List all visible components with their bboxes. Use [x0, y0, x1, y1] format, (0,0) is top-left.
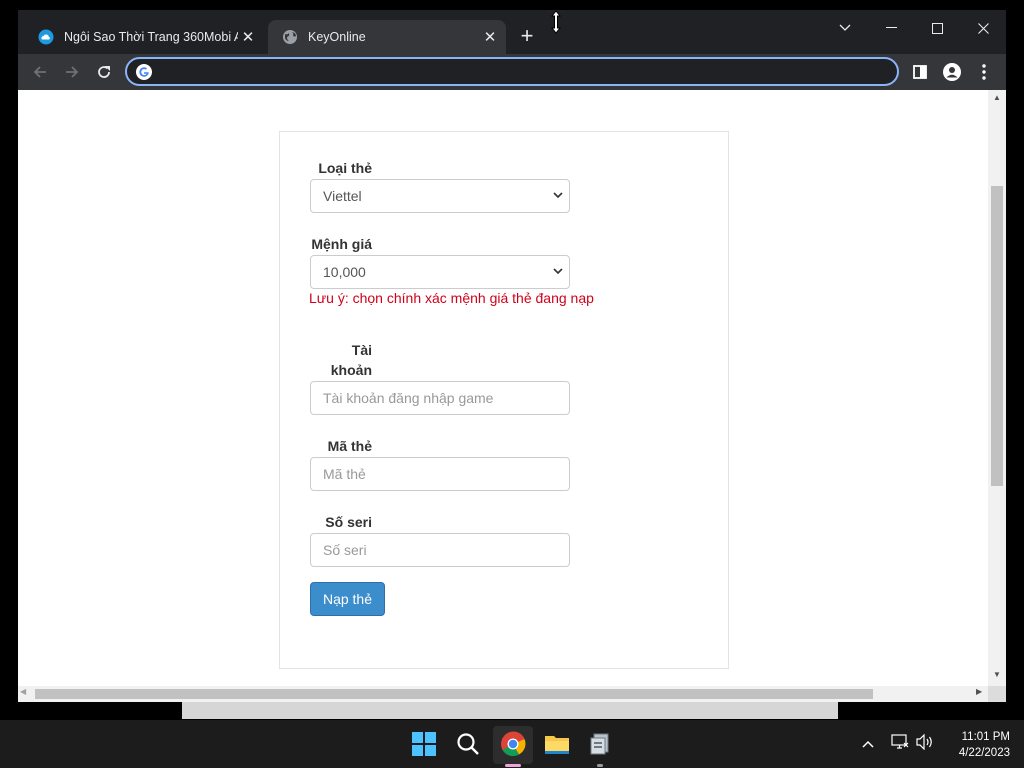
resize-cursor-icon	[550, 10, 562, 34]
clock-date: 4/22/2023	[958, 747, 1010, 759]
running-indicator	[505, 764, 521, 767]
scrollbar-corner	[988, 686, 1006, 702]
card-type-select-wrap: Viettel	[310, 179, 570, 213]
denomination-label: Mệnh giá	[311, 236, 372, 252]
scroll-left-icon[interactable]: ◀	[20, 687, 26, 696]
denomination-select-wrap: 10,000	[310, 255, 570, 289]
google-icon	[136, 64, 152, 80]
background-window-edge	[182, 702, 838, 719]
cloud-favicon-icon	[38, 29, 54, 45]
card-type-select[interactable]: Viettel	[310, 179, 570, 213]
submit-topup-button[interactable]: Nạp thẻ	[310, 582, 385, 616]
close-window-button[interactable]	[960, 14, 1006, 42]
address-bar[interactable]	[125, 57, 899, 86]
denomination-warning: Lưu ý: chọn chính xác mệnh giá thẻ đang …	[309, 290, 594, 306]
tab-strip: Ngôi Sao Thời Trang 360Mobi AP ✕ KeyOnli…	[18, 10, 1006, 54]
scroll-down-icon[interactable]: ▼	[988, 670, 1006, 682]
horizontal-scrollbar[interactable]: ◀ ▶	[18, 686, 988, 702]
system-clock[interactable]: 11:01 PM 4/22/2023	[940, 729, 1010, 761]
search-icon[interactable]	[452, 728, 484, 760]
account-label-line1: Tài	[351, 342, 372, 358]
back-arrow-icon[interactable]	[26, 58, 54, 86]
denomination-select[interactable]: 10,000	[310, 255, 570, 289]
url-input[interactable]	[161, 62, 881, 82]
tab-title: KeyOnline	[308, 30, 366, 44]
scroll-right-icon[interactable]: ▶	[976, 687, 982, 696]
network-icon[interactable]	[891, 734, 909, 753]
account-label-line2: khoản	[330, 362, 372, 378]
side-panel-icon[interactable]	[906, 58, 934, 86]
tab-keyonline[interactable]: KeyOnline ✕	[268, 20, 506, 54]
clock-time: 11:01 PM	[961, 731, 1010, 743]
globe-favicon-icon	[283, 30, 297, 44]
volume-icon[interactable]	[916, 733, 934, 753]
maximize-button[interactable]	[914, 14, 960, 42]
menu-dots-icon[interactable]	[970, 58, 998, 86]
horizontal-scroll-thumb[interactable]	[35, 689, 873, 699]
app-icon[interactable]	[584, 728, 616, 760]
vertical-scrollbar[interactable]: ▲ ▼	[988, 90, 1006, 686]
file-explorer-icon[interactable]	[541, 728, 573, 760]
card-type-label: Loại thẻ	[318, 160, 372, 176]
windows-start-icon[interactable]	[408, 728, 440, 760]
reload-icon[interactable]	[90, 58, 118, 86]
forward-arrow-icon[interactable]	[58, 58, 86, 86]
show-hidden-icons-chevron-icon[interactable]	[862, 735, 874, 751]
topup-form: Loại thẻ Viettel Mệnh giá 10,000 Lưu ý: …	[279, 131, 729, 669]
scroll-up-icon[interactable]: ▲	[988, 93, 1006, 105]
serial-label: Số seri	[325, 514, 372, 530]
tab-title: Ngôi Sao Thời Trang 360Mobi AP	[64, 30, 238, 44]
vertical-scroll-thumb[interactable]	[991, 186, 1003, 486]
card-code-label: Mã thẻ	[327, 438, 372, 454]
serial-input[interactable]	[310, 533, 570, 567]
browser-window: Ngôi Sao Thời Trang 360Mobi AP ✕ KeyOnli…	[18, 10, 1006, 702]
running-indicator	[597, 764, 603, 767]
card-code-input[interactable]	[310, 457, 570, 491]
new-tab-button[interactable]: +	[514, 24, 540, 50]
tab-search-chevron-icon[interactable]	[822, 14, 868, 42]
tab-close-icon[interactable]: ✕	[480, 27, 500, 47]
taskbar: 11:01 PM 4/22/2023	[0, 720, 1024, 768]
page-viewport: Loại thẻ Viettel Mệnh giá 10,000 Lưu ý: …	[18, 90, 1006, 702]
tab-ngoi-sao[interactable]: Ngôi Sao Thời Trang 360Mobi AP ✕	[24, 20, 264, 54]
tab-close-icon[interactable]: ✕	[238, 27, 258, 47]
minimize-button[interactable]	[868, 14, 914, 42]
account-input[interactable]	[310, 381, 570, 415]
chrome-icon[interactable]	[497, 728, 529, 760]
browser-toolbar	[18, 54, 1006, 90]
profile-icon[interactable]	[938, 58, 966, 86]
